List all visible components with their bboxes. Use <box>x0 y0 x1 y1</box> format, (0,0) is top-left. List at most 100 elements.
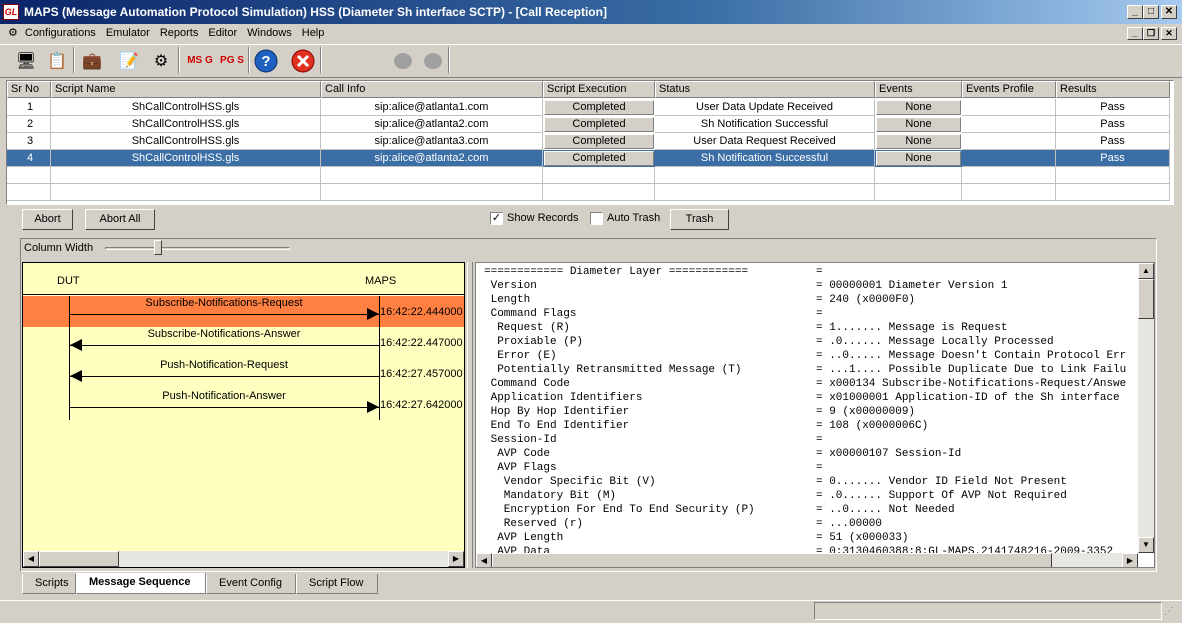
column-header[interactable]: Results <box>1056 81 1170 98</box>
table-cell: sip:alice@atlanta3.com <box>321 133 543 150</box>
message-timestamp: 16:42:27.457000 <box>380 368 463 380</box>
tab-event-config[interactable]: Event Config <box>206 574 296 594</box>
mdi-minimize-icon[interactable]: _ <box>1127 27 1143 40</box>
show-records-checkbox[interactable]: ✓ <box>490 212 503 225</box>
column-header[interactable]: Events <box>875 81 962 98</box>
table-cell: Pass <box>1056 150 1170 167</box>
scroll-thumb[interactable] <box>492 553 1052 567</box>
resize-grip-icon[interactable]: ⋰ <box>1164 606 1174 617</box>
circle-icon[interactable] <box>424 53 442 69</box>
events-button[interactable]: None <box>876 100 961 115</box>
maximize-icon[interactable]: □ <box>1143 5 1159 19</box>
message-arrow <box>69 314 379 315</box>
execution-status-button[interactable]: Completed <box>544 134 654 149</box>
scroll-left-icon[interactable]: ◀ <box>476 553 492 567</box>
table-row[interactable]: 1 ShCallControlHSS.gls sip:alice@atlanta1.… <box>7 99 1170 116</box>
column-header[interactable]: Script Execution <box>543 81 655 98</box>
call-table: Sr No Script Name Call Info Script Execu… <box>6 80 1174 205</box>
splitter[interactable] <box>467 262 473 568</box>
column-header[interactable]: Status <box>655 81 875 98</box>
table-cell: User Data Request Received <box>655 133 875 150</box>
close-icon[interactable]: ✕ <box>1161 5 1177 19</box>
table-cell <box>655 184 875 201</box>
events-button[interactable]: None <box>876 151 961 166</box>
scroll-right-icon[interactable]: ▶ <box>1122 553 1138 567</box>
abort-button[interactable]: Abort <box>22 209 73 230</box>
execution-status-button[interactable]: Completed <box>544 117 654 132</box>
decode-value: = x01000001 Application-ID of the Sh int… <box>816 392 1120 404</box>
table-row[interactable] <box>7 167 1170 184</box>
decode-vscrollbar[interactable]: ▲ ▼ <box>1138 263 1154 553</box>
tab-script-flow[interactable]: Script Flow <box>296 574 378 594</box>
decode-value: = 51 (x000033) <box>816 532 909 544</box>
menu-editor[interactable]: Editor <box>203 24 242 43</box>
sequence-hscrollbar[interactable]: ◀ ▶ <box>23 551 464 567</box>
arrow-head-icon <box>70 370 82 382</box>
scroll-left-icon[interactable]: ◀ <box>23 551 39 567</box>
message-timestamp: 16:42:27.642000 <box>380 399 463 411</box>
menu-configurations[interactable]: Configurations <box>20 24 101 43</box>
minimize-icon[interactable]: _ <box>1127 5 1143 19</box>
decode-value: = ...1.... Possible Duplicate Due to Lin… <box>816 364 1127 376</box>
message-label[interactable]: Subscribe-Notifications-Request <box>69 297 379 309</box>
decode-field: Encryption For End To End Security (P) <box>484 504 755 516</box>
msg-icon[interactable]: MS G <box>186 47 214 75</box>
menu-windows[interactable]: Windows <box>242 24 297 43</box>
execution-status-button[interactable]: Completed <box>544 100 654 115</box>
notepad-icon[interactable]: 📋 <box>43 47 71 75</box>
scroll-thumb[interactable] <box>39 551 119 567</box>
events-button[interactable]: None <box>876 134 961 149</box>
scroll-thumb[interactable] <box>1138 279 1154 319</box>
tab-message-sequence[interactable]: Message Sequence <box>76 573 206 594</box>
tab-scripts[interactable]: Scripts <box>22 574 76 594</box>
table-row[interactable]: 4 ShCallControlHSS.gls sip:alice@atlanta2.… <box>7 150 1170 167</box>
menu-reports[interactable]: Reports <box>155 24 204 43</box>
table-cell <box>543 167 655 184</box>
execution-status-button[interactable]: Completed <box>544 151 654 166</box>
table-row[interactable]: 2 ShCallControlHSS.gls sip:alice@atlanta2.… <box>7 116 1170 133</box>
column-header[interactable]: Call Info <box>321 81 543 98</box>
mdi-close-icon[interactable]: ✕ <box>1161 27 1177 40</box>
monitor-icon[interactable]: 🖥 <box>12 47 40 75</box>
table-cell <box>875 184 962 201</box>
mdi-child-icon[interactable]: ⚙ <box>0 24 20 43</box>
mdi-restore-icon[interactable]: ❐ <box>1143 27 1159 40</box>
scroll-right-icon[interactable]: ▶ <box>448 551 464 567</box>
column-header[interactable]: Events Profile <box>962 81 1056 98</box>
column-header[interactable]: Sr No <box>7 81 51 98</box>
table-row[interactable] <box>7 184 1170 201</box>
arrow-head-icon <box>70 339 82 351</box>
decode-value: = <box>816 434 823 446</box>
scroll-up-icon[interactable]: ▲ <box>1138 263 1154 279</box>
message-label[interactable]: Subscribe-Notifications-Answer <box>69 328 379 340</box>
slider-thumb[interactable] <box>154 240 162 255</box>
status-panel <box>814 602 1162 620</box>
stop-icon[interactable] <box>289 47 317 75</box>
table-row[interactable]: 3 ShCallControlHSS.gls sip:alice@atlanta3.… <box>7 133 1170 150</box>
table-cell <box>875 167 962 184</box>
menu-help[interactable]: Help <box>297 24 330 43</box>
scroll-down-icon[interactable]: ▼ <box>1138 537 1154 553</box>
window-title: MAPS (Message Automation Protocol Simula… <box>0 0 1182 24</box>
column-header[interactable]: Script Name <box>51 81 321 98</box>
decode-field: AVP Data <box>484 546 551 553</box>
message-arrow <box>69 407 379 408</box>
message-label[interactable]: Push-Notification-Request <box>69 359 379 371</box>
trash-button[interactable]: Trash <box>670 209 729 230</box>
circle-icon[interactable] <box>394 53 412 69</box>
briefcase-icon[interactable]: 💼 <box>78 47 106 75</box>
message-label[interactable]: Push-Notification-Answer <box>69 390 379 402</box>
arrow-head-icon <box>367 401 379 413</box>
script-editor-icon[interactable]: 📝 <box>115 47 143 75</box>
abort-all-button[interactable]: Abort All <box>85 209 155 230</box>
events-button[interactable]: None <box>876 117 961 132</box>
menu-emulator[interactable]: Emulator <box>101 24 155 43</box>
decode-hscrollbar[interactable]: ◀ ▶ <box>476 553 1138 567</box>
help-icon[interactable]: ? <box>252 47 280 75</box>
gears-icon[interactable]: ⚙ <box>147 47 175 75</box>
column-width-slider[interactable] <box>105 247 290 250</box>
pgs-icon[interactable]: PG S <box>218 47 246 75</box>
decode-field: Command Flags <box>484 308 577 320</box>
auto-trash-checkbox[interactable] <box>590 212 603 225</box>
table-cell: ShCallControlHSS.gls <box>51 133 321 150</box>
